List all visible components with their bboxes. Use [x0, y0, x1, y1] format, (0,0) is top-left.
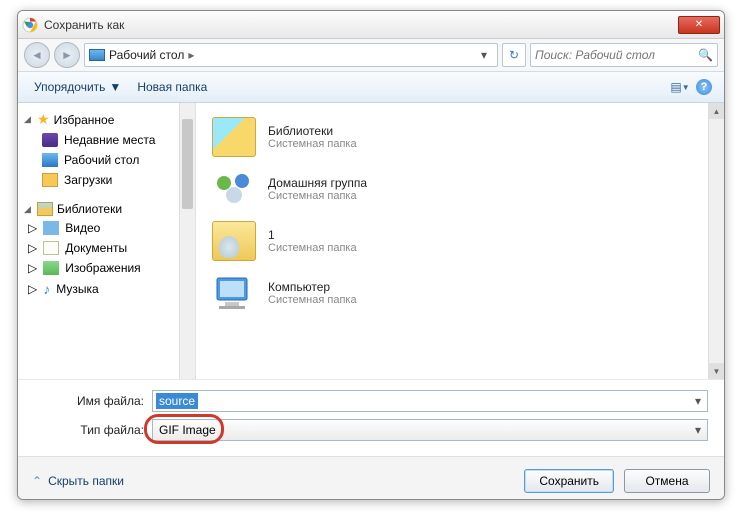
- filetype-value: GIF Image: [153, 423, 689, 437]
- documents-icon: [43, 241, 59, 255]
- chevron-up-icon: ⌃: [32, 474, 42, 488]
- computer-icon: [212, 273, 256, 313]
- toolbar: Упорядочить▼ Новая папка ▤▼ ?: [18, 71, 724, 103]
- desktop-icon: [89, 49, 105, 61]
- body-area: ◢ ★ Избранное Недавние места Рабочий сто…: [18, 103, 724, 379]
- list-item[interactable]: БиблиотекиСистемная папка: [208, 111, 712, 163]
- list-item[interactable]: Домашняя группаСистемная папка: [208, 163, 712, 215]
- tree-label: Недавние места: [64, 133, 155, 147]
- footer: ⌃ Скрыть папки Сохранить Отмена: [18, 456, 724, 500]
- tree-label: Видео: [65, 221, 100, 235]
- images-icon: [43, 261, 59, 275]
- item-sub: Системная папка: [268, 294, 357, 306]
- recent-icon: [42, 133, 58, 147]
- help-icon: ?: [696, 79, 712, 95]
- expand-icon[interactable]: ▷: [28, 241, 37, 255]
- chrome-icon: [22, 17, 38, 33]
- tree-music[interactable]: ▷ ♪ Музыка: [20, 278, 193, 300]
- tree-libraries[interactable]: ◢ Библиотеки: [20, 200, 193, 218]
- item-sub: Системная папка: [268, 242, 357, 254]
- hide-folders-button[interactable]: ⌃ Скрыть папки: [32, 474, 124, 488]
- search-input[interactable]: [535, 48, 698, 62]
- organize-button[interactable]: Упорядочить▼: [26, 76, 129, 98]
- refresh-button[interactable]: ↻: [502, 43, 526, 67]
- breadcrumb[interactable]: Рабочий стол ▸ ▾: [84, 43, 498, 67]
- breadcrumb-dropdown[interactable]: ▾: [475, 48, 493, 62]
- navigation-tree[interactable]: ◢ ★ Избранное Недавние места Рабочий сто…: [18, 103, 196, 379]
- chevron-down-icon: ▼: [109, 80, 121, 94]
- filetype-select[interactable]: GIF Image ▾: [152, 419, 708, 441]
- tree-downloads[interactable]: Загрузки: [20, 170, 193, 190]
- tree-scrollbar[interactable]: [179, 103, 195, 379]
- star-icon: ★: [37, 111, 50, 128]
- titlebar: Сохранить как ✕: [18, 11, 724, 39]
- tree-label: Библиотеки: [57, 202, 122, 216]
- item-name: Библиотеки: [268, 124, 357, 138]
- tree-favorites[interactable]: ◢ ★ Избранное: [20, 109, 193, 130]
- tree-recent[interactable]: Недавние места: [20, 130, 193, 150]
- tree-documents[interactable]: ▷ Документы: [20, 238, 193, 258]
- search-box[interactable]: 🔍: [530, 43, 718, 67]
- close-button[interactable]: ✕: [678, 16, 720, 34]
- desktop-icon: [42, 153, 58, 167]
- hide-folders-label: Скрыть папки: [48, 474, 124, 488]
- filetype-label: Тип файла:: [34, 423, 152, 437]
- tree-label: Документы: [65, 241, 127, 255]
- chevron-right-icon[interactable]: ▸: [188, 48, 194, 62]
- collapse-icon[interactable]: ◢: [24, 114, 33, 125]
- tree-images[interactable]: ▷ Изображения: [20, 258, 193, 278]
- tree-label: Загрузки: [64, 173, 112, 187]
- search-icon: 🔍: [698, 48, 713, 62]
- chevron-down-icon[interactable]: ▾: [689, 394, 707, 408]
- tree-label: Изображения: [65, 261, 140, 275]
- filename-input[interactable]: source ▾: [152, 390, 708, 412]
- expand-icon[interactable]: ▷: [28, 282, 37, 296]
- filename-value: source: [156, 393, 198, 409]
- libraries-icon: [212, 117, 256, 157]
- list-item[interactable]: 1Системная папка: [208, 215, 712, 267]
- expand-icon[interactable]: ▷: [28, 221, 37, 235]
- homegroup-icon: [212, 169, 256, 209]
- user-folder-icon: [212, 221, 256, 261]
- chevron-down-icon[interactable]: ▾: [689, 423, 707, 437]
- tree-label: Избранное: [54, 113, 115, 127]
- item-sub: Системная папка: [268, 138, 357, 150]
- fields-area: Имя файла: source ▾ Тип файла: GIF Image…: [18, 379, 724, 456]
- tree-label: Рабочий стол: [64, 153, 139, 167]
- tree-video[interactable]: ▷ Видео: [20, 218, 193, 238]
- libraries-icon: [37, 202, 53, 216]
- music-icon: ♪: [43, 281, 50, 297]
- breadcrumb-segment[interactable]: Рабочий стол: [109, 48, 184, 62]
- downloads-icon: [42, 173, 58, 187]
- list-scrollbar[interactable]: ▲▼: [708, 103, 724, 379]
- file-list[interactable]: БиблиотекиСистемная папка Домашняя групп…: [196, 103, 724, 379]
- cancel-button[interactable]: Отмена: [624, 469, 710, 493]
- expand-icon[interactable]: ▷: [28, 261, 37, 275]
- list-item[interactable]: КомпьютерСистемная папка: [208, 267, 712, 319]
- forward-button[interactable]: ►: [54, 42, 80, 68]
- collapse-icon[interactable]: ◢: [24, 204, 33, 215]
- new-folder-button[interactable]: Новая папка: [129, 76, 215, 98]
- item-sub: Системная папка: [268, 190, 367, 202]
- window-title: Сохранить как: [44, 18, 676, 32]
- item-name: 1: [268, 228, 357, 242]
- filename-label: Имя файла:: [34, 394, 152, 408]
- back-button[interactable]: ◄: [24, 42, 50, 68]
- help-button[interactable]: ?: [692, 75, 716, 99]
- view-options-button[interactable]: ▤▼: [668, 75, 692, 99]
- tree-desktop[interactable]: Рабочий стол: [20, 150, 193, 170]
- item-name: Домашняя группа: [268, 176, 367, 190]
- tree-label: Музыка: [56, 282, 98, 296]
- video-icon: [43, 221, 59, 235]
- navigation-row: ◄ ► Рабочий стол ▸ ▾ ↻ 🔍: [18, 39, 724, 71]
- item-name: Компьютер: [268, 280, 357, 294]
- save-button[interactable]: Сохранить: [524, 469, 614, 493]
- save-as-dialog: Сохранить как ✕ ◄ ► Рабочий стол ▸ ▾ ↻ 🔍…: [17, 10, 725, 500]
